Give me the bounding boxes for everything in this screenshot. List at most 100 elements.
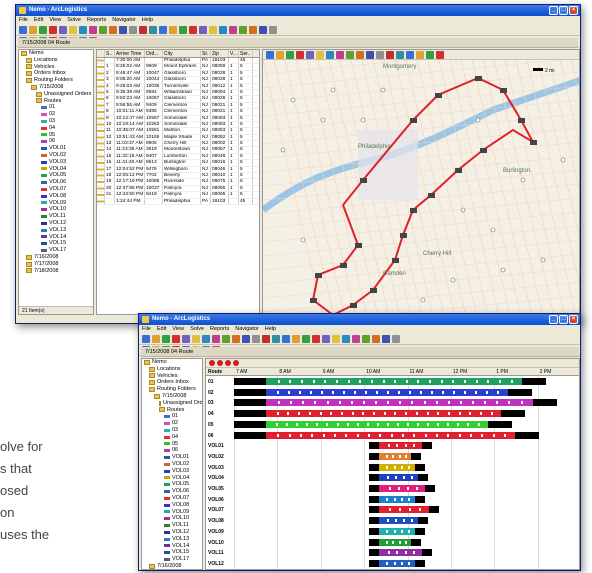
stop-marker[interactable] — [428, 193, 435, 198]
tree-item[interactable]: Routing Folders — [19, 77, 93, 84]
toolbar-tool-icon[interactable] — [352, 335, 360, 343]
column-header[interactable]: Zip — [211, 50, 229, 57]
tree-item[interactable]: 04 — [19, 125, 93, 132]
stop-marker[interactable] — [500, 88, 507, 93]
toolbar-tool-icon[interactable] — [119, 26, 127, 34]
location-marker[interactable] — [540, 257, 546, 263]
tree-item[interactable]: 06 — [142, 447, 202, 454]
tree-item[interactable]: VOL09 — [19, 200, 93, 207]
column-header[interactable]: V... — [229, 50, 239, 57]
stop-marker[interactable] — [315, 273, 322, 278]
toolbar-tool-icon[interactable] — [169, 26, 177, 34]
tree-item[interactable]: VOL03 — [19, 159, 93, 166]
column-header[interactable]: Ser.. — [239, 50, 253, 57]
tree-item[interactable]: 7/16/2008 — [142, 563, 202, 569]
toolbar-tool-icon[interactable] — [49, 26, 57, 34]
tree-item[interactable]: 7/18/2008 — [19, 268, 93, 275]
stop-marker[interactable] — [355, 243, 362, 248]
menu-item-solve[interactable]: Solve — [67, 16, 81, 25]
tree-item[interactable]: 7/15/2008 — [142, 393, 202, 400]
location-marker[interactable] — [460, 207, 466, 213]
tree-item[interactable]: VOL02 — [19, 152, 93, 159]
close-button[interactable]: × — [569, 315, 578, 324]
stop-marker[interactable] — [360, 178, 367, 183]
tree-item[interactable]: VOL15 — [142, 549, 202, 556]
toolbar-tool-icon[interactable] — [286, 50, 294, 59]
toolbar-tool-icon[interactable] — [29, 26, 37, 34]
toolbar-tool-icon[interactable] — [19, 26, 27, 34]
tree-item[interactable]: VOL07 — [19, 186, 93, 193]
tree-item[interactable]: VOL10 — [142, 515, 202, 522]
stop-marker[interactable] — [480, 148, 487, 153]
toolbar-tool-icon[interactable] — [322, 335, 330, 343]
toolbar-tool-icon[interactable] — [276, 50, 284, 59]
toolbar-tool-icon[interactable] — [152, 335, 160, 343]
route-schedule-gantt[interactable]: Route 7 AM 8 AM 9 AM 10 AM 11 AM 12 PM 1 PM 2 PM… — [205, 358, 580, 570]
location-marker[interactable] — [450, 277, 456, 283]
toolbar-tool-icon[interactable] — [356, 50, 364, 59]
location-marker[interactable] — [280, 147, 286, 153]
stop-marker[interactable] — [310, 298, 317, 303]
tree-item[interactable]: VOL01 — [19, 145, 93, 152]
column-header[interactable] — [97, 50, 105, 57]
toolbar-tool-icon[interactable] — [129, 26, 137, 34]
menu-item-file[interactable]: File — [142, 325, 151, 334]
toolbar-tool-icon[interactable] — [259, 26, 267, 34]
tree-item[interactable]: 03 — [19, 118, 93, 125]
window-title-bar[interactable]: Nemo - ArcLogistics _ □ × — [139, 314, 580, 325]
column-header[interactable]: City — [163, 50, 201, 57]
tree-item[interactable]: 03 — [142, 427, 202, 434]
record-icon[interactable] — [225, 360, 231, 366]
tree-item[interactable]: VOL13 — [19, 227, 93, 234]
tree-item[interactable]: Routes — [19, 98, 93, 105]
close-button[interactable]: × — [569, 6, 578, 15]
toolbar-tool-icon[interactable] — [436, 50, 444, 59]
toolbar-tool-icon[interactable] — [199, 26, 207, 34]
toolbar-tool-icon[interactable] — [229, 26, 237, 34]
tree-item[interactable]: 05 — [19, 132, 93, 139]
tree-item[interactable]: Vehicles — [142, 373, 202, 380]
tree-item[interactable]: 7/15/2008 — [19, 84, 93, 91]
tree-item[interactable]: 7/16/2008 — [19, 254, 93, 261]
stop-marker[interactable] — [350, 303, 357, 308]
toolbar-tool-icon[interactable] — [189, 26, 197, 34]
route-line[interactable] — [311, 76, 536, 315]
toolbar-tool-icon[interactable] — [142, 335, 150, 343]
tree-item[interactable]: 06 — [19, 138, 93, 145]
map-view[interactable]: Montgomery Philadelphia Burlington Camden Ch… — [262, 49, 580, 315]
toolbar-tool-icon[interactable] — [249, 26, 257, 34]
toolbar-tool-icon[interactable] — [269, 26, 277, 34]
tree-item[interactable]: Routing Folders — [142, 386, 202, 393]
menu-item-edit[interactable]: Edit — [157, 325, 166, 334]
tree-item[interactable]: Nemo — [142, 359, 202, 366]
toolbar-tool-icon[interactable] — [59, 26, 67, 34]
tree-item[interactable]: Orders Inbox — [142, 379, 202, 386]
tree-item[interactable]: VOL08 — [142, 502, 202, 509]
toolbar-tool-icon[interactable] — [89, 26, 97, 34]
stop-marker[interactable] — [455, 168, 462, 173]
tree-item[interactable]: VOL03 — [142, 468, 202, 475]
toolbar-tool-icon[interactable] — [182, 335, 190, 343]
toolbar-tool-icon[interactable] — [252, 335, 260, 343]
maximize-button[interactable]: □ — [559, 315, 568, 324]
minimize-button[interactable]: _ — [549, 6, 558, 15]
column-header[interactable]: St. — [201, 50, 211, 57]
toolbar-tool-icon[interactable] — [336, 50, 344, 59]
tree-item[interactable]: VOL06 — [19, 179, 93, 186]
toolbar-tool-icon[interactable] — [39, 26, 47, 34]
toolbar-tool-icon[interactable] — [69, 26, 77, 34]
menu-item-file[interactable]: File — [19, 16, 28, 25]
tree-item[interactable]: Locations — [142, 366, 202, 373]
table-row[interactable]: 1:24:44 PM Philadelphia PA 19103 45 — [97, 198, 259, 205]
toolbar-tool-icon[interactable] — [212, 335, 220, 343]
stop-marker[interactable] — [410, 118, 417, 123]
stop-marker[interactable] — [392, 258, 399, 263]
tree-item[interactable]: Nemo — [19, 50, 93, 57]
toolbar-tool-icon[interactable] — [159, 26, 167, 34]
toolbar-tool-icon[interactable] — [366, 50, 374, 59]
location-marker[interactable] — [360, 117, 366, 123]
stop-marker[interactable] — [435, 93, 442, 98]
tree-item[interactable]: 04 — [142, 434, 202, 441]
tree-item[interactable]: VOL09 — [142, 509, 202, 516]
tree-item[interactable]: VOL14 — [142, 543, 202, 550]
